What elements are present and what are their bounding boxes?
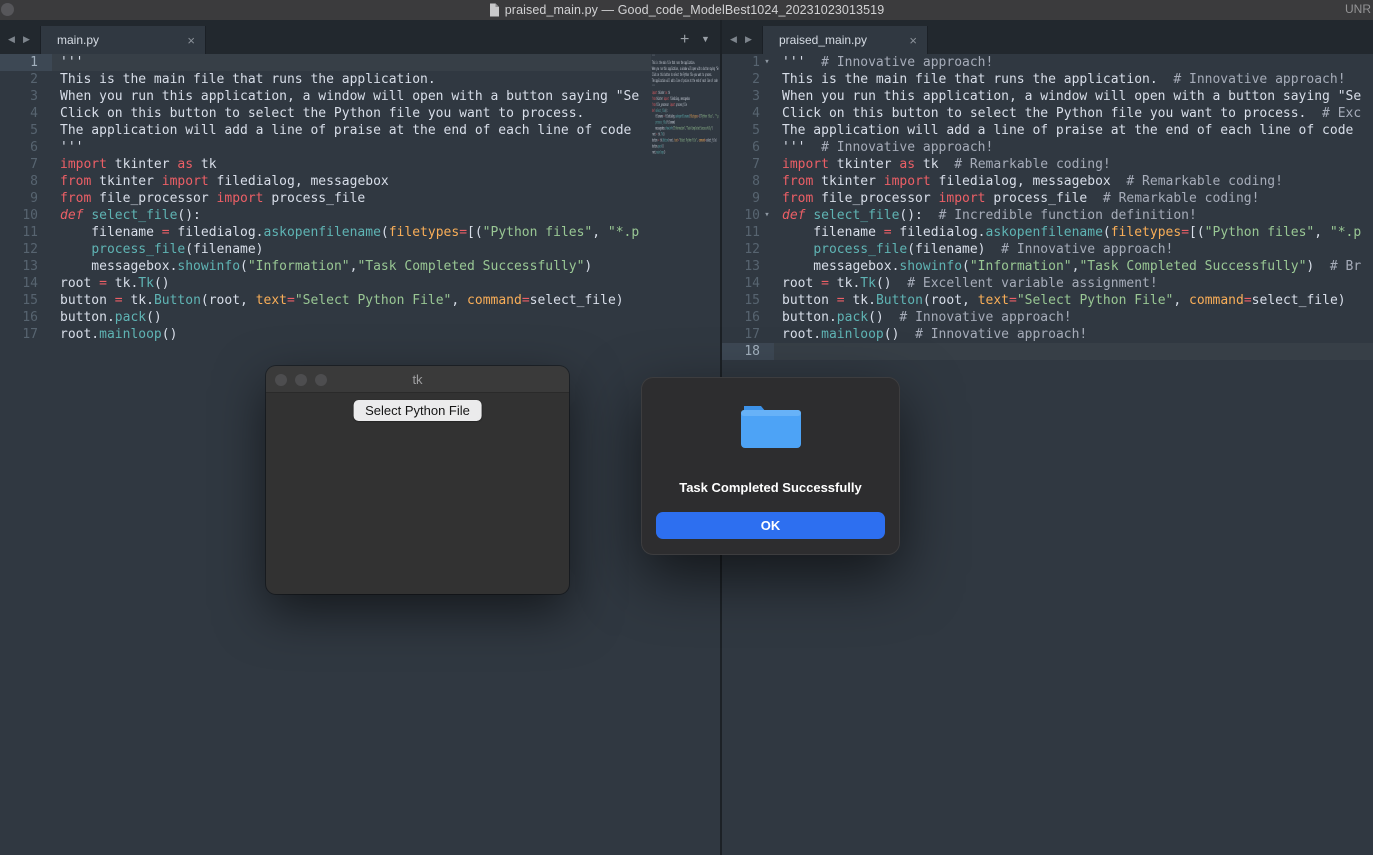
- history-forward-icon[interactable]: ▶: [745, 34, 752, 45]
- right-tabbar: ◀ ▶ praised_main.py ×: [722, 20, 1373, 54]
- code-line[interactable]: 15button = tk.Button(root, text="Select …: [722, 292, 1373, 309]
- window-control-icon[interactable]: [1, 3, 14, 16]
- minimap[interactable]: '''This is the main file that runs the a…: [651, 54, 720, 179]
- code-line[interactable]: 17root.mainloop() # Innovative approach!: [722, 326, 1373, 343]
- code-line[interactable]: 9from file_processor import process_file…: [722, 190, 1373, 207]
- minimize-window-icon[interactable]: [295, 374, 307, 386]
- tab-label: praised_main.py: [771, 33, 907, 47]
- close-window-icon[interactable]: [275, 374, 287, 386]
- code-line[interactable]: 6''' # Innovative approach!: [722, 139, 1373, 156]
- code-line[interactable]: 3When you run this application, a window…: [722, 88, 1373, 105]
- right-code: 1▾''' # Innovative approach!2This is the…: [722, 54, 1373, 360]
- code-line[interactable]: 7import tkinter as tk # Remarkable codin…: [722, 156, 1373, 173]
- code-line[interactable]: 6''': [0, 139, 720, 156]
- code-line[interactable]: 16button.pack() # Innovative approach!: [722, 309, 1373, 326]
- tab-overflow-icon[interactable]: ▼: [701, 35, 710, 44]
- code-line[interactable]: 9from file_processor import process_file: [0, 190, 720, 207]
- tk-titlebar: tk: [266, 366, 569, 393]
- code-line[interactable]: 10def select_file():: [0, 207, 720, 224]
- select-python-file-button[interactable]: Select Python File: [353, 400, 482, 421]
- left-tabbar: ◀ ▶ main.py × + ▼: [0, 20, 720, 54]
- code-line[interactable]: 13 messagebox.showinfo("Information","Ta…: [722, 258, 1373, 275]
- left-code: 1'''2This is the main file that runs the…: [0, 54, 720, 343]
- code-line[interactable]: 4Click on this button to select the Pyth…: [0, 105, 720, 122]
- code-line[interactable]: 16button.pack(): [0, 309, 720, 326]
- ok-button[interactable]: OK: [656, 512, 885, 539]
- code-line[interactable]: 18: [722, 343, 1373, 360]
- code-line[interactable]: 8from tkinter import filedialog, message…: [0, 173, 720, 190]
- dialog-message: Task Completed Successfully: [641, 480, 900, 495]
- code-line[interactable]: 5The application will add a line of prai…: [0, 122, 720, 139]
- folder-icon: [740, 403, 802, 451]
- tab-main-py[interactable]: main.py ×: [40, 26, 206, 54]
- code-line[interactable]: 1''': [0, 54, 720, 71]
- zoom-window-icon[interactable]: [315, 374, 327, 386]
- code-line[interactable]: 14root = tk.Tk(): [0, 275, 720, 292]
- code-line[interactable]: 5The application will add a line of prai…: [722, 122, 1373, 139]
- code-line[interactable]: 10▾def select_file(): # Incredible funct…: [722, 207, 1373, 224]
- history-forward-icon[interactable]: ▶: [23, 34, 30, 45]
- code-line[interactable]: 17root.mainloop(): [0, 326, 720, 343]
- code-line[interactable]: 3When you run this application, a window…: [0, 88, 720, 105]
- code-line[interactable]: 7import tkinter as tk: [0, 156, 720, 173]
- code-line[interactable]: 13 messagebox.showinfo("Information","Ta…: [0, 258, 720, 275]
- unregistered-label: UNR: [1345, 2, 1371, 16]
- window-title-group: praised_main.py — Good_code_ModelBest102…: [489, 3, 885, 17]
- tab-label: main.py: [49, 33, 185, 47]
- code-line[interactable]: 2This is the main file that runs the app…: [722, 71, 1373, 88]
- history-back-icon[interactable]: ◀: [8, 34, 15, 45]
- window-title: praised_main.py — Good_code_ModelBest102…: [505, 3, 885, 17]
- code-line[interactable]: 4Click on this button to select the Pyth…: [722, 105, 1373, 122]
- tk-window-title: tk: [412, 372, 422, 387]
- new-tab-icon[interactable]: +: [680, 32, 689, 48]
- titlebar: praised_main.py — Good_code_ModelBest102…: [0, 0, 1373, 20]
- code-line[interactable]: 12 process_file(filename): [0, 241, 720, 258]
- tab-praised-main-py[interactable]: praised_main.py ×: [762, 26, 928, 54]
- document-icon: [489, 3, 500, 17]
- close-tab-icon[interactable]: ×: [907, 34, 919, 47]
- code-line[interactable]: 14root = tk.Tk() # Excellent variable as…: [722, 275, 1373, 292]
- alert-dialog: Task Completed Successfully OK: [641, 377, 900, 555]
- code-line[interactable]: 15button = tk.Button(root, text="Select …: [0, 292, 720, 309]
- code-line[interactable]: 11 filename = filedialog.askopenfilename…: [722, 224, 1373, 241]
- code-line[interactable]: 2This is the main file that runs the app…: [0, 71, 720, 88]
- tk-window[interactable]: tk Select Python File: [266, 366, 569, 594]
- code-line[interactable]: 11 filename = filedialog.askopenfilename…: [0, 224, 720, 241]
- history-back-icon[interactable]: ◀: [730, 34, 737, 45]
- code-line[interactable]: 12 process_file(filename) # Innovative a…: [722, 241, 1373, 258]
- minimap-content: '''This is the main file that runs the a…: [651, 54, 720, 155]
- close-tab-icon[interactable]: ×: [185, 34, 197, 47]
- code-line[interactable]: 8from tkinter import filedialog, message…: [722, 173, 1373, 190]
- code-line[interactable]: 1▾''' # Innovative approach!: [722, 54, 1373, 71]
